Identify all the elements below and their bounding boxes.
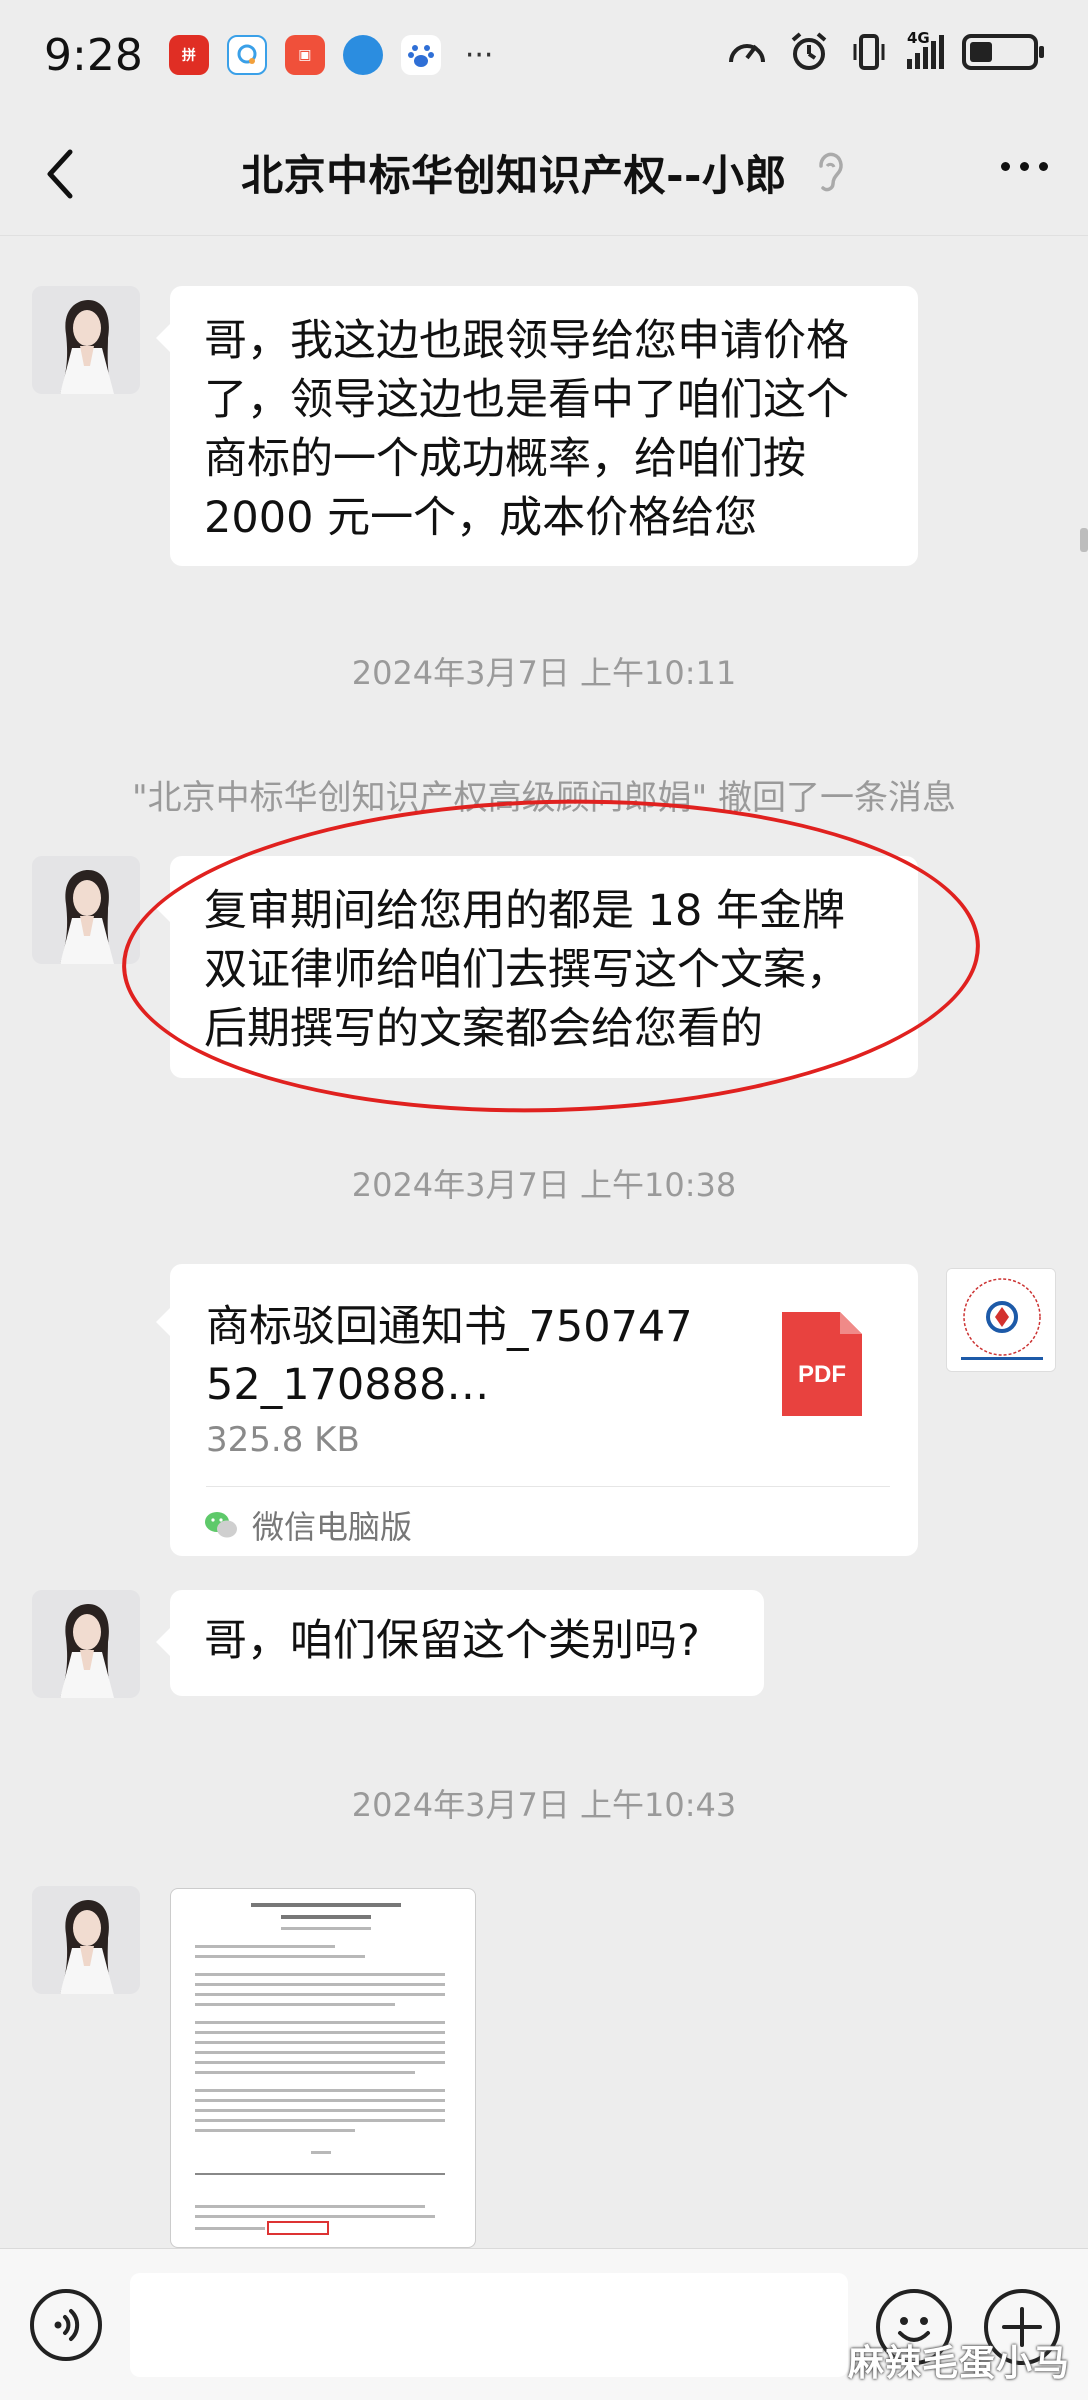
file-source-label: 微信电脑版	[252, 1508, 413, 1546]
message-timestamp: 2024年3月7日 上午10:11	[351, 654, 737, 692]
message-bubble[interactable]: 哥，咱们保留这个类别吗?	[156, 1590, 764, 1696]
baidu-icon	[400, 35, 441, 75]
watermark: 麻辣毛蛋小马	[847, 2343, 1070, 2384]
back-button[interactable]	[40, 144, 80, 204]
self-avatar[interactable]	[946, 1268, 1056, 1372]
message-line: 商标的一个成功概率，给咱们按	[204, 434, 806, 484]
message-line: 双证律师给咱们去撰写这个文案，	[204, 945, 849, 995]
contact-avatar[interactable]	[32, 856, 140, 964]
chat-title: 北京中标华创知识产权--小郎	[241, 151, 787, 200]
chat-header: 北京中标华创知识产权--小郎	[0, 110, 1088, 236]
file-size: 325.8 KB	[206, 1420, 360, 1460]
more-button[interactable]	[1001, 162, 1048, 171]
message-input[interactable]	[130, 2273, 848, 2377]
status-indicators: 4G	[725, 29, 1044, 74]
file-name: 商标驳回通知书_75074752_170888…	[206, 1302, 693, 1410]
message-timestamp: 2024年3月7日 上午10:43	[351, 1786, 737, 1824]
contact-avatar[interactable]	[32, 286, 140, 394]
vibrate-icon	[853, 34, 885, 70]
scrollbar[interactable]	[1080, 528, 1088, 552]
file-divider	[206, 1486, 890, 1487]
voice-icon[interactable]	[30, 2289, 102, 2361]
message-line: 2000 元一个，成本价格给您	[204, 493, 758, 543]
contact-avatar[interactable]	[32, 1590, 140, 1698]
status-bar: 9:28 拼 ▣ ··· 4G	[0, 0, 1088, 110]
contact-avatar[interactable]	[32, 1886, 140, 1994]
message-line: 复审期间给您用的都是 18 年金牌	[204, 886, 846, 936]
notification-icons: 拼 ▣ ···	[168, 35, 494, 75]
alarm-icon	[791, 32, 827, 70]
recall-notice: "北京中标华创知识产权高级顾问郎娟" 撤回了一条消息	[131, 778, 957, 818]
file-message-card[interactable]: 商标驳回通知书_75074752_170888… 325.8 KB PDF 微信…	[156, 1264, 918, 1556]
browser-icon	[342, 35, 383, 75]
message-line: 了，领导这边也是看中了咱们这个	[204, 375, 849, 425]
speed-icon	[729, 44, 765, 63]
message-timestamp: 2024年3月7日 上午10:38	[351, 1166, 737, 1204]
document-image-message[interactable]	[170, 1888, 476, 2248]
pdf-file-icon: PDF	[782, 1312, 862, 1416]
pinduoduo-icon: 拼	[168, 35, 209, 75]
message-line: 后期撰写的文案都会给您看的	[204, 1004, 763, 1054]
ear-icon	[819, 152, 843, 191]
message-bubble[interactable]: 哥，我这边也跟领导给您申请价格 了，领导这边也是看中了咱们这个 商标的一个成功概…	[156, 286, 918, 566]
chat-icon: ▣	[284, 35, 325, 75]
status-time: 9:28	[44, 29, 143, 81]
message-line: 哥，咱们保留这个类别吗?	[204, 1616, 700, 1666]
battery-icon	[962, 34, 1044, 70]
wechat-icon	[205, 1512, 237, 1538]
signal-indicator: 4G	[907, 29, 944, 69]
network-label: 4G	[907, 29, 930, 47]
qq-icon	[226, 35, 267, 75]
pdf-label: PDF	[798, 1361, 846, 1388]
file-source: 微信电脑版	[204, 1502, 412, 1548]
more-notifications: ···	[464, 37, 494, 73]
message-line: 哥，我这边也跟领导给您申请价格	[204, 316, 849, 366]
message-bubble[interactable]: 复审期间给您用的都是 18 年金牌 双证律师给咱们去撰写这个文案， 后期撰写的文…	[156, 856, 918, 1078]
input-bar: 麻辣毛蛋小马	[0, 2248, 1088, 2400]
